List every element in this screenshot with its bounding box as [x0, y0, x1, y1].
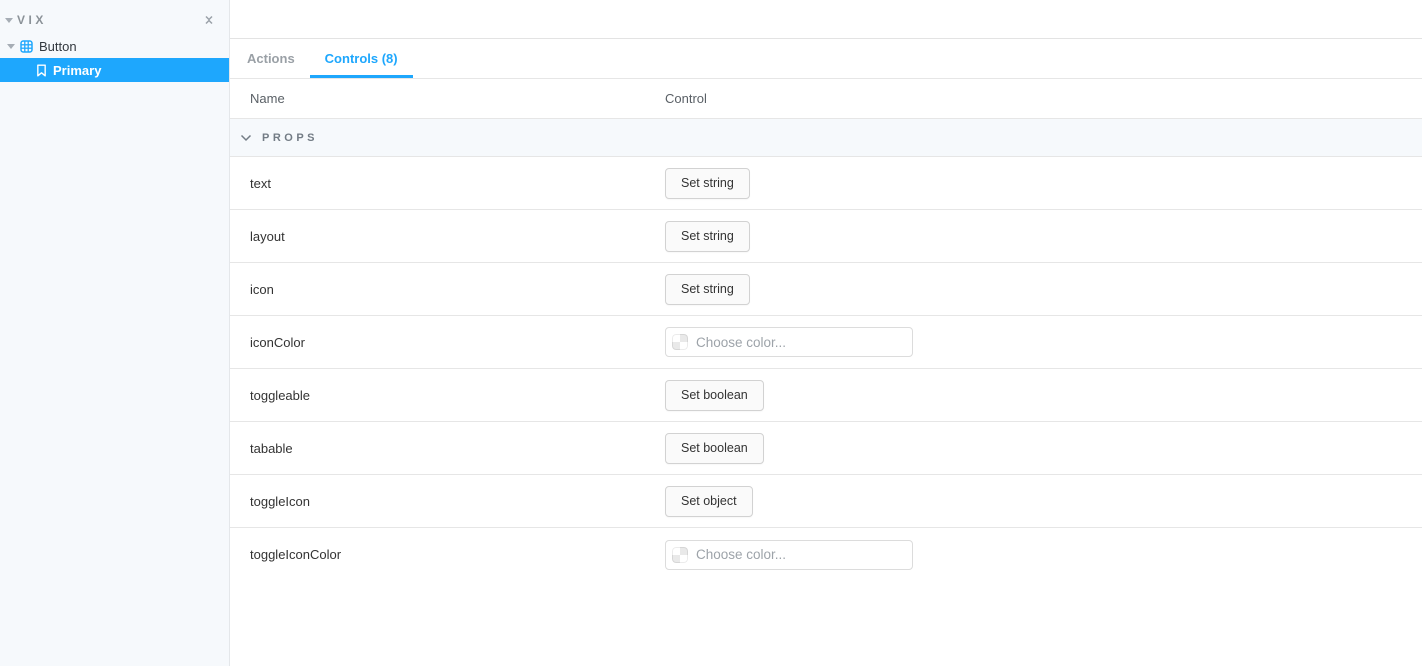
set-string-button[interactable]: Set string [665, 273, 750, 305]
set-boolean-button[interactable]: Set boolean [665, 432, 764, 464]
tab-actions[interactable]: Actions [232, 39, 310, 78]
color-swatch-icon [672, 546, 688, 563]
set-string-button[interactable]: Set string [665, 167, 750, 199]
collapse-vertical-icon [205, 15, 213, 25]
prop-name: icon [250, 281, 274, 297]
table-row: toggleable Set boolean [230, 369, 1422, 422]
story-tree: Button Primary [0, 34, 229, 82]
prop-name: toggleable [250, 387, 310, 403]
preview-canvas [230, 0, 1422, 39]
sidebar-item-label: Button [39, 38, 77, 54]
sidebar-item-primary[interactable]: Primary [0, 58, 229, 82]
set-object-button[interactable]: Set object [665, 485, 753, 517]
color-text-input[interactable] [696, 547, 896, 562]
set-boolean-button[interactable]: Set boolean [665, 379, 764, 411]
table-row: text Set string [230, 157, 1422, 210]
section-label: PROPS [262, 131, 319, 144]
main-panel: Actions Controls (8) Name Control PROPS … [230, 0, 1422, 666]
sidebar-item-button[interactable]: Button [0, 34, 229, 58]
chevron-down-icon[interactable] [5, 17, 13, 23]
table-row: toggleIconColor [230, 528, 1422, 581]
color-picker-input[interactable] [665, 539, 913, 570]
column-header-control: Control [665, 91, 707, 106]
prop-name: tabable [250, 440, 293, 456]
sidebar-header: VIX [0, 0, 229, 34]
bookmark-icon [36, 63, 47, 77]
component-grid-icon [20, 39, 33, 53]
prop-name: iconColor [250, 334, 305, 350]
color-text-input[interactable] [696, 334, 896, 350]
color-swatch-icon [672, 334, 688, 350]
table-header: Name Control [230, 79, 1422, 119]
table-row: icon Set string [230, 263, 1422, 316]
addon-tabbar: Actions Controls (8) [230, 39, 1422, 79]
prop-name: text [250, 175, 271, 191]
column-header-name: Name [250, 91, 285, 106]
set-string-button[interactable]: Set string [665, 220, 750, 252]
tab-controls[interactable]: Controls (8) [310, 39, 413, 78]
prop-name: layout [250, 228, 285, 244]
sidebar-item-label: Primary [53, 62, 102, 78]
prop-name: toggleIconColor [250, 547, 342, 562]
collapse-sidebar-button[interactable] [203, 13, 215, 27]
table-row: layout Set string [230, 210, 1422, 263]
brand-title: VIX [17, 13, 47, 27]
color-picker-input[interactable] [665, 327, 913, 357]
sidebar: VIX Button Primary [0, 0, 230, 666]
prop-name: toggleIcon [250, 493, 310, 509]
table-row: tabable Set boolean [230, 422, 1422, 475]
table-row: toggleIcon Set object [230, 475, 1422, 528]
table-row: iconColor [230, 316, 1422, 369]
chevron-down-icon [240, 134, 252, 141]
props-section-header[interactable]: PROPS [230, 119, 1422, 157]
expander-chevron-icon[interactable] [7, 43, 15, 49]
